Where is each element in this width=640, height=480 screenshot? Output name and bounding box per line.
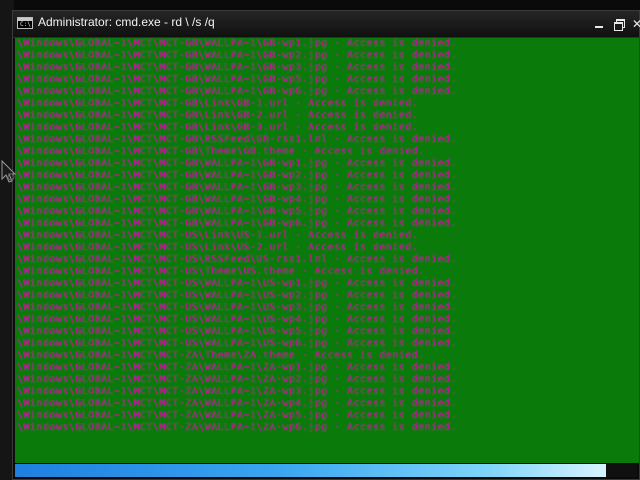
console-line: \Windows\GLOBAL~1\MCT\MCT-GB\WALLPA~1\GB… — [17, 38, 457, 49]
mouse-pointer-icon — [1, 160, 17, 183]
console-line: \Windows\GLOBAL~1\MCT\MCT-ZA\WALLPA~1\ZA… — [17, 374, 457, 385]
console-line: \Windows\GLOBAL~1\MCT\MCT-GB\Link\GB-2.u… — [17, 110, 419, 121]
console-line: \Windows\GLOBAL~1\MCT\MCT-US\WALLPA~1\US… — [17, 314, 457, 325]
minimize-button[interactable] — [590, 15, 608, 33]
console-line: \Windows\GLOBAL~1\MCT\MCT-GB\WALLPA~1\GB… — [17, 194, 457, 205]
console-line: \Windows\GLOBAL~1\MCT\MCT-US\WALLPA~1\US… — [17, 290, 457, 301]
console-line: \Windows\GLOBAL~1\MCT\MCT-ZA\WALLPA~1\ZA… — [17, 410, 457, 421]
cmd-window: C:\ Administrator: cmd.exe - rd \ /s /q … — [12, 10, 640, 480]
console-line: \Windows\GLOBAL~1\MCT\MCT-ZA\WALLPA~1\ZA… — [17, 398, 457, 409]
console-line: \Windows\GLOBAL~1\MCT\MCT-US\WALLPA~1\US… — [17, 278, 457, 289]
cmd-app-icon[interactable]: C:\ — [17, 17, 33, 29]
restore-icon — [614, 19, 625, 31]
console-line: \Windows\GLOBAL~1\MCT\MCT-GB\WALLPA~1\GB… — [17, 74, 457, 85]
console-line: \Windows\GLOBAL~1\MCT\MCT-US\Link\US-2.u… — [17, 242, 419, 253]
console-line: \Windows\GLOBAL~1\MCT\MCT-GB\Theme\GB.th… — [17, 146, 425, 157]
window-title: Administrator: cmd.exe - rd \ /s /q — [38, 15, 215, 29]
console-output[interactable]: \Windows\GLOBAL~1\MCT\MCT-GB\WALLPA~1\GB… — [13, 38, 639, 463]
maximize-button[interactable] — [610, 15, 628, 33]
console-line: \Windows\GLOBAL~1\MCT\MCT-GB\WALLPA~1\GB… — [17, 170, 457, 181]
close-button[interactable]: ✕ — [628, 15, 640, 33]
console-line: \Windows\GLOBAL~1\MCT\MCT-GB\WALLPA~1\GB… — [17, 86, 457, 97]
console-line: \Windows\GLOBAL~1\MCT\MCT-GB\WALLPA~1\GB… — [17, 62, 457, 73]
console-line: \Windows\GLOBAL~1\MCT\MCT-US\Link\US-1.u… — [17, 230, 419, 241]
console-line: \Windows\GLOBAL~1\MCT\MCT-GB\RSSFeed\GB-… — [17, 134, 457, 145]
minimize-icon — [595, 26, 603, 28]
title-bar[interactable]: C:\ Administrator: cmd.exe - rd \ /s /q … — [13, 11, 640, 38]
console-line: \Windows\GLOBAL~1\MCT\MCT-GB\Link\GB-1.u… — [17, 98, 419, 109]
console-line: \Windows\GLOBAL~1\MCT\MCT-US\Theme\US.th… — [17, 266, 425, 277]
console-line: \Windows\GLOBAL~1\MCT\MCT-GB\WALLPA~1\GB… — [17, 182, 457, 193]
console-line: \Windows\GLOBAL~1\MCT\MCT-US\WALLPA~1\US… — [17, 302, 457, 313]
progress-track — [15, 464, 637, 477]
console-line: \Windows\GLOBAL~1\MCT\MCT-ZA\Theme\ZA.th… — [17, 350, 425, 361]
console-line: \Windows\GLOBAL~1\MCT\MCT-GB\WALLPA~1\GB… — [17, 206, 457, 217]
console-line: \Windows\GLOBAL~1\MCT\MCT-ZA\WALLPA~1\ZA… — [17, 422, 457, 433]
console-line: \Windows\GLOBAL~1\MCT\MCT-US\WALLPA~1\US… — [17, 338, 457, 349]
console-line: \Windows\GLOBAL~1\MCT\MCT-GB\Link\GB-3.u… — [17, 122, 419, 133]
app-icon-label: C:\ — [20, 21, 31, 28]
close-icon: ✕ — [631, 17, 640, 31]
console-line: \Windows\GLOBAL~1\MCT\MCT-ZA\WALLPA~1\ZA… — [17, 386, 457, 397]
progress-fill — [15, 464, 606, 477]
status-bar — [13, 463, 639, 479]
console-line: \Windows\GLOBAL~1\MCT\MCT-GB\WALLPA~1\GB… — [17, 158, 457, 169]
console-line: \Windows\GLOBAL~1\MCT\MCT-US\WALLPA~1\US… — [17, 326, 457, 337]
console-line: \Windows\GLOBAL~1\MCT\MCT-GB\WALLPA~1\GB… — [17, 50, 457, 61]
console-line: \Windows\GLOBAL~1\MCT\MCT-GB\WALLPA~1\GB… — [17, 218, 457, 229]
console-line: \Windows\GLOBAL~1\MCT\MCT-US\RSSFeed\US-… — [17, 254, 457, 265]
console-line: \Windows\GLOBAL~1\MCT\MCT-ZA\WALLPA~1\ZA… — [17, 362, 457, 373]
